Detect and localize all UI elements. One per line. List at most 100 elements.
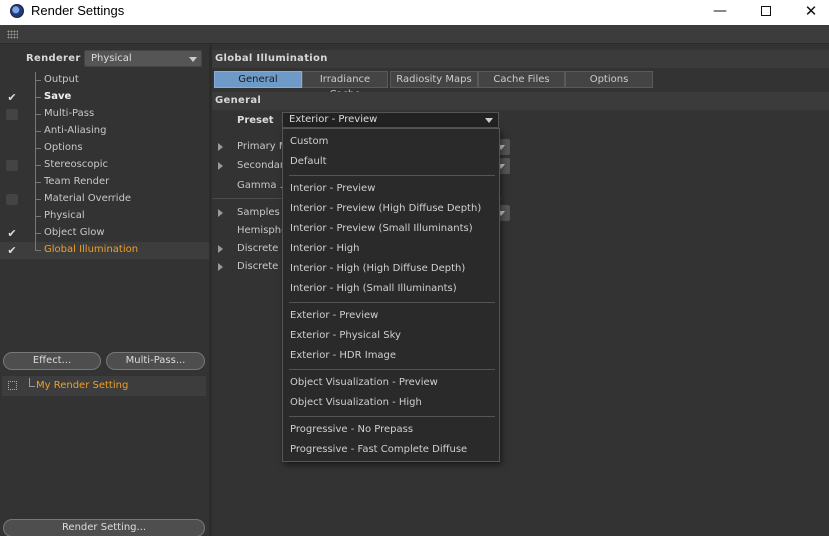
settings-tree: Output ✔ Save Multi-Pass Anti-Aliasing Option… xyxy=(0,72,209,259)
renderer-row: Renderer Physical xyxy=(0,48,209,68)
preset-option[interactable]: Exterior - Physical Sky xyxy=(283,326,499,346)
tree-item-label: Options xyxy=(44,142,83,153)
checkbox[interactable] xyxy=(6,194,18,205)
preset-option[interactable]: Interior - Preview xyxy=(283,179,499,199)
expand-arrow-icon[interactable] xyxy=(218,162,223,170)
tree-connector xyxy=(35,131,41,132)
tree-item-output[interactable]: Output xyxy=(0,72,209,89)
tree-item-label: Save xyxy=(44,91,72,102)
multipass-button[interactable]: Multi-Pass... xyxy=(106,352,205,370)
expand-arrow-icon[interactable] xyxy=(218,143,223,151)
tab-cache-files[interactable]: Cache Files xyxy=(478,71,565,88)
property-label: Secondar xyxy=(237,160,285,171)
effect-button[interactable]: Effect... xyxy=(3,352,101,370)
tab-radiosity-maps[interactable]: Radiosity Maps xyxy=(390,71,478,88)
property-label: Discrete xyxy=(237,261,279,272)
preset-option[interactable]: Exterior - Preview xyxy=(283,306,499,326)
tree-connector xyxy=(35,199,41,200)
preset-option[interactable]: Interior - High (High Diffuse Depth) xyxy=(283,259,499,279)
preset-option[interactable]: Interior - High (Small Illuminants) xyxy=(283,279,499,299)
chevron-down-icon xyxy=(485,118,493,123)
expand-arrow-icon[interactable] xyxy=(218,245,223,253)
preset-option[interactable]: Progressive - No Prepass xyxy=(283,420,499,440)
renderer-select[interactable]: Physical xyxy=(84,50,202,67)
tree-item-label: Anti-Aliasing xyxy=(44,125,107,136)
title-bar: Render Settings — ✕ xyxy=(0,0,829,25)
tree-item-material-override[interactable]: Material Override xyxy=(0,191,209,208)
menu-separator xyxy=(289,369,495,370)
menu-separator xyxy=(289,175,495,176)
checkbox[interactable] xyxy=(6,109,18,120)
tree-item-label: Multi-Pass xyxy=(44,108,95,119)
checkmark-icon[interactable]: ✔ xyxy=(6,92,18,103)
grip-handle-icon[interactable] xyxy=(7,30,18,39)
preset-option[interactable]: Interior - High xyxy=(283,239,499,259)
tab-options[interactable]: Options xyxy=(565,71,653,88)
preset-option[interactable]: Exterior - HDR Image xyxy=(283,346,499,366)
tab-bar: GeneralIrradiance CacheRadiosity MapsCac… xyxy=(212,70,829,100)
render-setting-button[interactable]: Render Setting... xyxy=(3,519,205,536)
tree-item-label: Team Render xyxy=(44,176,110,187)
preset-option[interactable]: Interior - Preview (High Diffuse Depth) xyxy=(283,199,499,219)
tree-connector xyxy=(35,148,41,149)
preset-label: Preset xyxy=(237,115,274,126)
preset-option[interactable]: Object Visualization - Preview xyxy=(283,373,499,393)
checkmark-icon[interactable]: ✔ xyxy=(6,228,18,239)
tree-item-team-render[interactable]: Team Render xyxy=(0,174,209,191)
render-setting-label: My Render Setting xyxy=(36,380,129,391)
preset-option[interactable]: Default xyxy=(283,152,499,172)
menu-separator xyxy=(289,302,495,303)
preset-dropdown-menu: Custom Default Interior - Preview Interior … xyxy=(282,128,500,462)
property-label: Discrete xyxy=(237,243,279,254)
tree-item-save[interactable]: ✔ Save xyxy=(0,89,209,106)
tree-item-label: Object Glow xyxy=(44,227,105,238)
tree-connector xyxy=(35,182,41,183)
minimize-button[interactable]: — xyxy=(697,0,743,25)
tree-item-label: Stereoscopic xyxy=(44,159,109,170)
tree-connector xyxy=(35,114,41,115)
tab-irradiance-cache[interactable]: Irradiance Cache xyxy=(302,71,388,100)
cinema4d-app-icon xyxy=(10,4,24,18)
checkmark-icon[interactable]: ✔ xyxy=(6,245,18,256)
preset-option[interactable]: Custom xyxy=(283,132,499,152)
tree-item-label: Output xyxy=(44,74,79,85)
tree-item-global-illumination[interactable]: ✔ Global Illumination xyxy=(0,242,209,259)
subsection-title: General xyxy=(212,92,829,110)
render-setting-item[interactable]: My Render Setting xyxy=(2,376,206,396)
tree-item-options[interactable]: Options xyxy=(0,140,209,157)
tree-item-label: Material Override xyxy=(44,193,132,204)
toolbar-strip xyxy=(0,25,829,44)
property-label: Primary M xyxy=(237,141,288,152)
tab-general[interactable]: General xyxy=(214,71,302,88)
tree-item-anti-aliasing[interactable]: Anti-Aliasing xyxy=(0,123,209,140)
tree-item-stereoscopic[interactable]: Stereoscopic xyxy=(0,157,209,174)
preset-option[interactable]: Progressive - Fast Complete Diffuse xyxy=(283,440,499,460)
tree-connector xyxy=(29,386,35,387)
tree-item-label: Physical xyxy=(44,210,85,221)
expand-arrow-icon[interactable] xyxy=(218,209,223,217)
expand-arrow-icon[interactable] xyxy=(218,263,223,271)
maximize-button[interactable] xyxy=(743,0,789,25)
tree-item-physical[interactable]: Physical xyxy=(0,208,209,225)
preset-option[interactable]: Interior - Preview (Small Illuminants) xyxy=(283,219,499,239)
close-button[interactable]: ✕ xyxy=(788,0,829,25)
maximize-icon xyxy=(761,6,771,16)
preset-value: Exterior - Preview xyxy=(289,114,378,125)
tree-item-multi-pass[interactable]: Multi-Pass xyxy=(0,106,209,123)
renderer-label: Renderer xyxy=(26,53,81,64)
settings-group-icon xyxy=(8,381,17,390)
tree-item-label: Global Illumination xyxy=(44,244,139,255)
chevron-down-icon xyxy=(189,57,197,62)
tree-item-object-glow[interactable]: ✔ Object Glow xyxy=(0,225,209,242)
tree-connector xyxy=(35,233,41,234)
left-panel: Renderer Physical Output ✔ Save Multi-Pass A… xyxy=(0,45,209,536)
section-title: Global Illumination xyxy=(212,50,829,68)
tree-connector xyxy=(35,165,41,166)
preset-option[interactable]: Object Visualization - High xyxy=(283,393,499,413)
tree-connector xyxy=(35,216,41,217)
preset-select[interactable]: Exterior - Preview xyxy=(282,112,499,128)
checkbox[interactable] xyxy=(6,160,18,171)
window-title: Render Settings xyxy=(31,3,125,18)
property-label: Samples . xyxy=(237,207,287,218)
renderer-value: Physical xyxy=(91,53,132,64)
